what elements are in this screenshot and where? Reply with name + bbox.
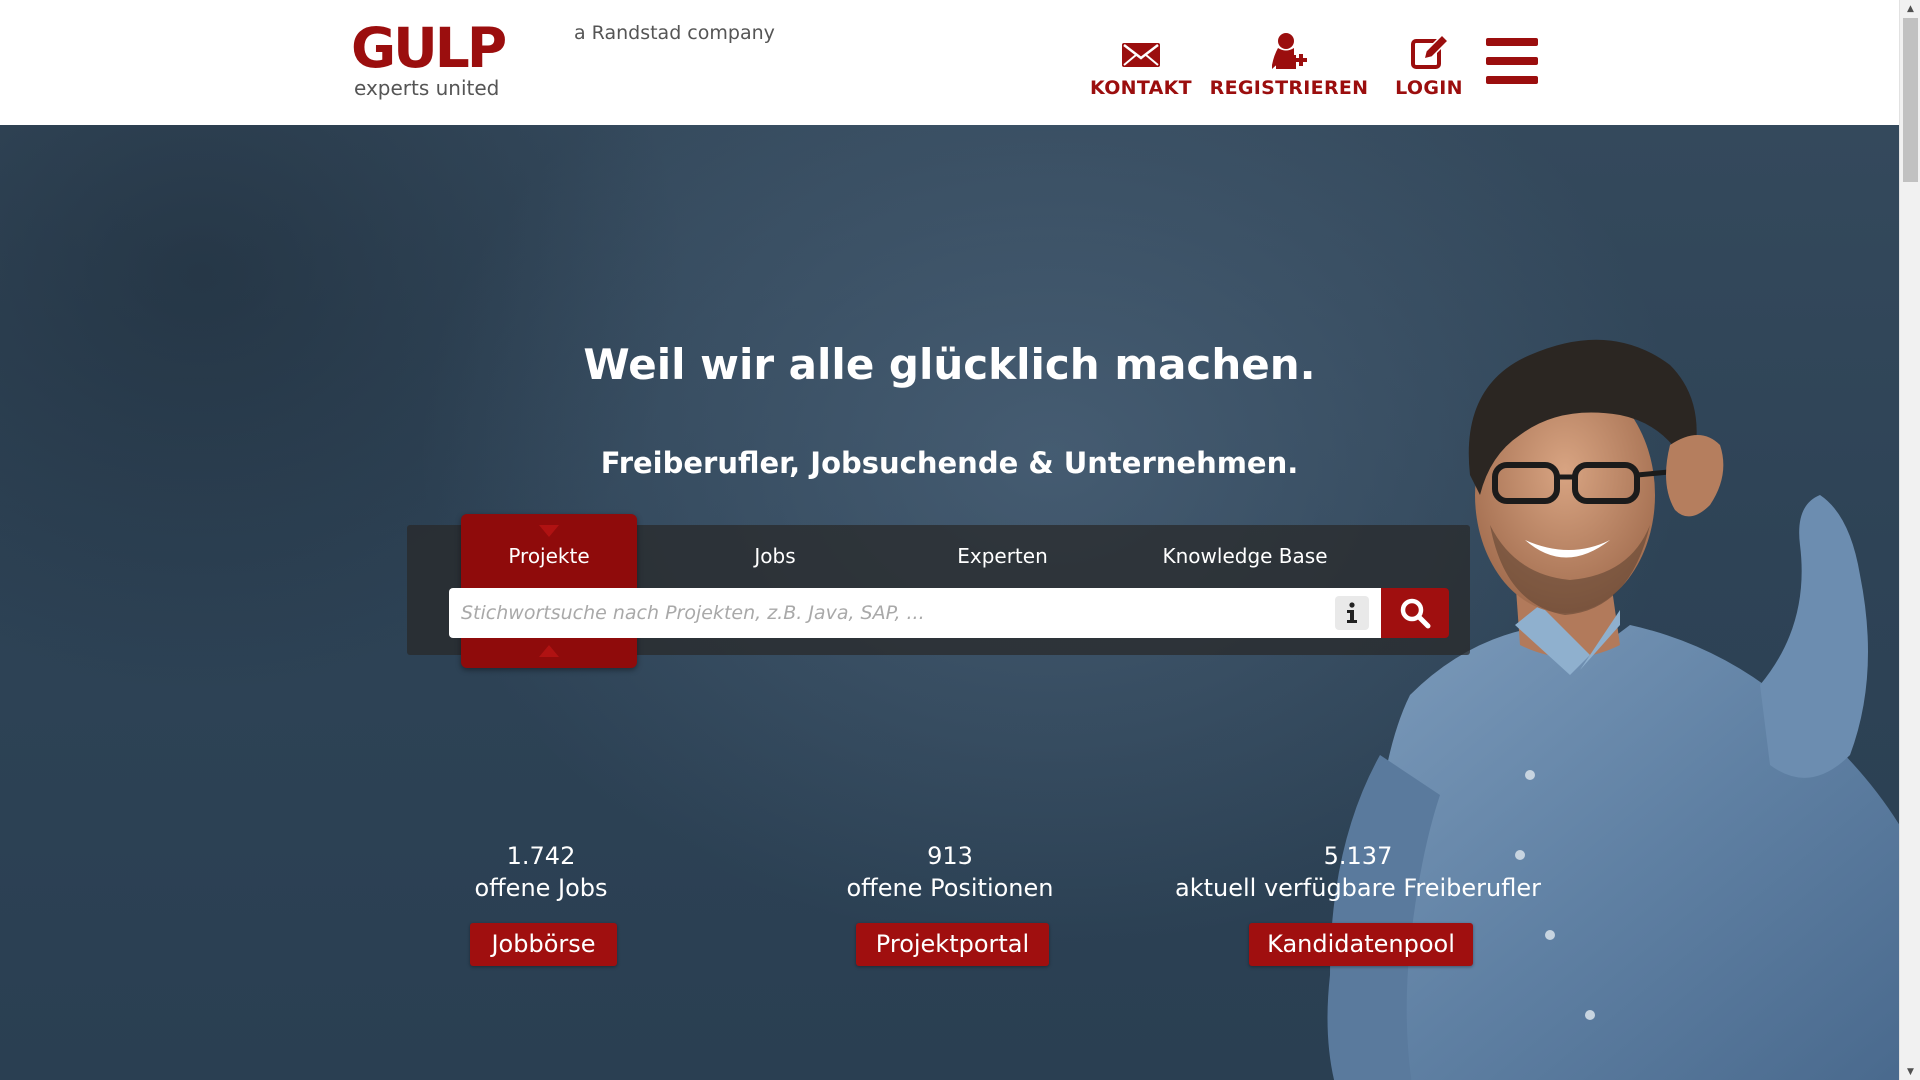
logo-wordmark: GULP (351, 16, 507, 80)
scroll-thumb[interactable] (1903, 18, 1918, 182)
logo-subtext: experts united (354, 76, 500, 100)
nav-login[interactable]: LOGIN (1384, 22, 1474, 102)
page-scrollbar[interactable]: ▲ ▼ (1899, 0, 1920, 1080)
tab-experten[interactable]: Experten (925, 540, 1080, 572)
tab-jobs[interactable]: Jobs (700, 540, 850, 572)
stat-label: offene Positionen (846, 874, 1054, 902)
search-icon (1400, 598, 1431, 629)
edit-icon (1411, 33, 1450, 69)
menu-bar (1486, 57, 1538, 65)
menu-bar (1486, 38, 1538, 46)
hamburger-menu-icon[interactable] (1486, 38, 1538, 84)
info-glyph (1347, 602, 1357, 623)
stat-open-positions: 913 offene Positionen (800, 840, 1100, 904)
hero-person-image (1327, 339, 1899, 1080)
tagline: a Randstad company (574, 22, 775, 44)
kandidatenpool-button[interactable]: Kandidatenpool (1249, 923, 1473, 966)
gulp-logo[interactable]: GULP experts united (351, 16, 507, 104)
jobboerse-button[interactable]: Jobbörse (470, 923, 617, 966)
nav-registrieren[interactable]: REGISTRIEREN (1209, 22, 1369, 102)
scroll-up-arrow-icon[interactable]: ▲ (1900, 0, 1920, 17)
stat-number: 913 (927, 842, 973, 870)
envelope-icon (1122, 43, 1160, 67)
stat-number: 5.137 (1323, 842, 1393, 870)
hero-subtitle: Freiberufler, Jobsuchende & Unternehmen. (600, 446, 1299, 480)
projektportal-button[interactable]: Projektportal (856, 923, 1049, 966)
nav-kontakt[interactable]: KONTAKT (1085, 22, 1197, 102)
scroll-down-arrow-icon[interactable]: ▼ (1900, 1063, 1920, 1080)
nav-kontakt-label: KONTAKT (1090, 77, 1192, 99)
stat-open-jobs: 1.742 offene Jobs (421, 840, 661, 904)
add-user-icon (1272, 33, 1307, 69)
nav-login-label: LOGIN (1395, 77, 1463, 99)
stat-available-freelancers: 5.137 aktuell verfügbare Freiberufler (1158, 840, 1558, 904)
search-input[interactable] (449, 588, 1381, 638)
stat-label: aktuell verfügbare Freiberufler (1174, 874, 1542, 902)
tab-notch-top (539, 525, 559, 537)
stat-label: offene Jobs (474, 874, 608, 902)
stat-number: 1.742 (506, 842, 576, 870)
hero-title: Weil wir alle glücklich machen. (583, 340, 1316, 389)
info-icon[interactable] (1335, 596, 1369, 630)
menu-bar (1486, 76, 1538, 84)
site-header: GULP experts united a Randstad company K… (0, 0, 1899, 125)
search-button[interactable] (1381, 588, 1449, 638)
tab-projekte[interactable]: Projekte (461, 540, 637, 572)
nav-registrieren-label: REGISTRIEREN (1209, 77, 1369, 99)
tab-notch-bottom (539, 645, 559, 657)
tab-knowledge-base[interactable]: Knowledge Base (1140, 540, 1350, 572)
